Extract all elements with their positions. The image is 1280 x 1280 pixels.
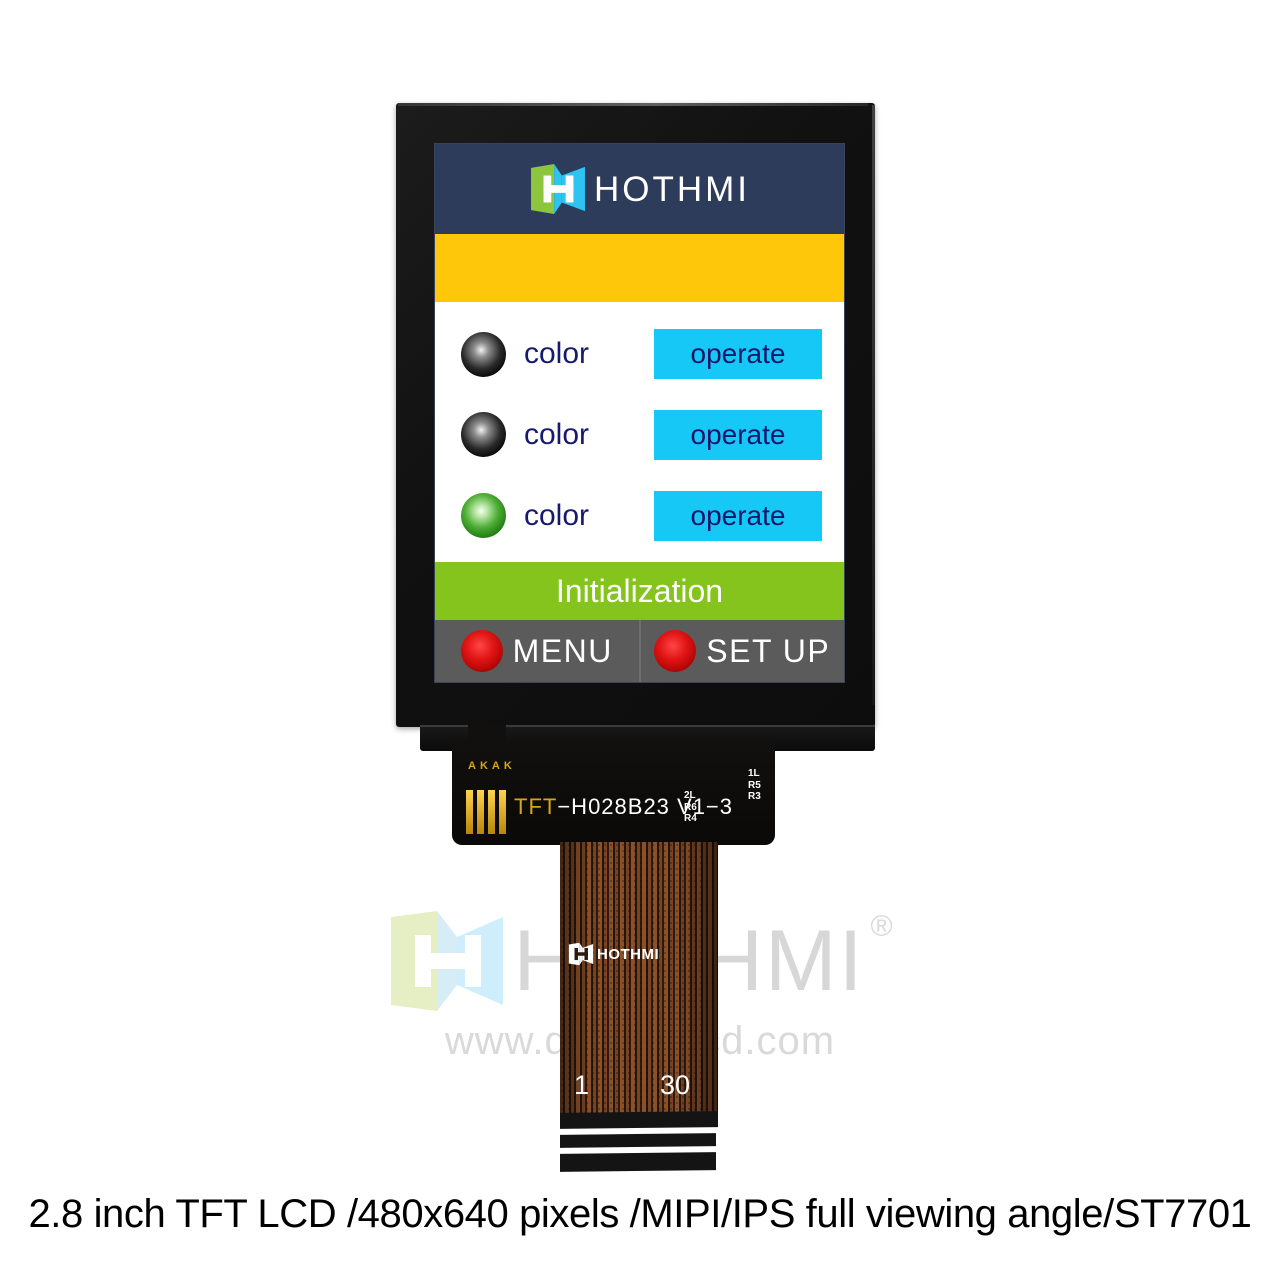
- fpc-pad: [477, 790, 484, 834]
- app-header: HOTHMI: [435, 144, 844, 234]
- setup-button-label: SET UP: [706, 632, 831, 669]
- menu-button[interactable]: MENU: [435, 620, 639, 682]
- fpc-pad-label: AKAK: [468, 760, 516, 772]
- menu-button-label: MENU: [512, 632, 613, 669]
- yellow-status-bar: [435, 234, 844, 302]
- bottom-nav: MENU SET UP: [435, 620, 844, 682]
- setup-button[interactable]: SET UP: [638, 620, 845, 682]
- list-item-label: color: [524, 498, 590, 532]
- operate-button[interactable]: operate: [654, 409, 822, 460]
- led-indicator-icon: [461, 331, 506, 377]
- fpc-marking-line: 2L: [684, 790, 696, 801]
- display-screen: HOTHMI color operate color operate color…: [434, 143, 845, 683]
- lcd-module: HOTHMI color operate color operate color…: [396, 103, 875, 751]
- bezel-right-highlight: [872, 105, 875, 705]
- led-indicator-icon: [461, 493, 506, 539]
- list-item[interactable]: color operate: [435, 404, 844, 466]
- led-indicator-icon: [461, 412, 506, 458]
- operate-button[interactable]: operate: [654, 329, 822, 380]
- list-item[interactable]: color operate: [435, 323, 844, 385]
- fpc-marking-line: R5: [748, 779, 761, 791]
- ribbon-brand-text: HOTHMI: [597, 945, 660, 963]
- hothmi-bowtie-logo-icon: [391, 910, 504, 1011]
- fpc-board: AKAK TFT−H028B23 V1−3 2L R6 R4 1L R5 R3: [452, 724, 775, 845]
- app-title: HOTHMI: [593, 169, 751, 209]
- list-item-label: color: [524, 337, 590, 371]
- registered-mark-icon: ®: [870, 909, 893, 943]
- red-indicator-icon: [460, 630, 503, 672]
- fpc-marking-line: R6: [684, 801, 697, 813]
- fpc-pad: [488, 790, 495, 834]
- fpc-marking-left: 2L R6 R4: [684, 790, 697, 825]
- fpc-marking-line: R4: [684, 813, 697, 824]
- hothmi-bowtie-logo-icon: [568, 942, 594, 966]
- pin-number-first: 1: [574, 1070, 590, 1100]
- list-item-label: color: [524, 417, 590, 451]
- bezel-top-highlight: [398, 103, 868, 106]
- fpc-ribbon-cable: HOTHMI 1 30: [560, 842, 718, 1117]
- fpc-pad: [499, 790, 506, 834]
- ribbon-brand-overlay: HOTHMI: [568, 942, 659, 966]
- product-caption: 2.8 inch TFT LCD /480x640 pixels /MIPI/I…: [28, 1192, 1252, 1236]
- fpc-marking-line: 1L: [748, 768, 760, 779]
- control-list: color operate color operate color operat…: [435, 302, 844, 562]
- list-item[interactable]: color operate: [435, 485, 844, 547]
- hothmi-bowtie-logo-icon: [531, 163, 585, 215]
- ribbon-stiffener: [560, 1111, 718, 1129]
- fpc-tab: [468, 724, 506, 746]
- red-indicator-icon: [654, 630, 697, 672]
- fpc-part-number: TFT−H028B23 V1−3: [514, 794, 733, 820]
- fpc-marking-line: R3: [748, 791, 761, 802]
- ribbon-stiffener: [560, 1152, 716, 1172]
- pin-number-last: 30: [660, 1070, 691, 1100]
- product-photo-canvas: HOTHMI ® www.display-lcd.com HOTHMI: [0, 0, 1280, 1280]
- fpc-part-number-rest: −H028B23 V1−3: [557, 794, 734, 819]
- fpc-gold-pads-icon: [466, 776, 510, 834]
- fpc-pad: [466, 790, 473, 834]
- status-badge: Initialization: [435, 562, 844, 620]
- fpc-part-number-prefix: TFT: [514, 794, 558, 819]
- ribbon-stiffener: [560, 1133, 716, 1148]
- fpc-marking-right: 1L R5 R3: [748, 768, 761, 803]
- operate-button[interactable]: operate: [654, 490, 822, 541]
